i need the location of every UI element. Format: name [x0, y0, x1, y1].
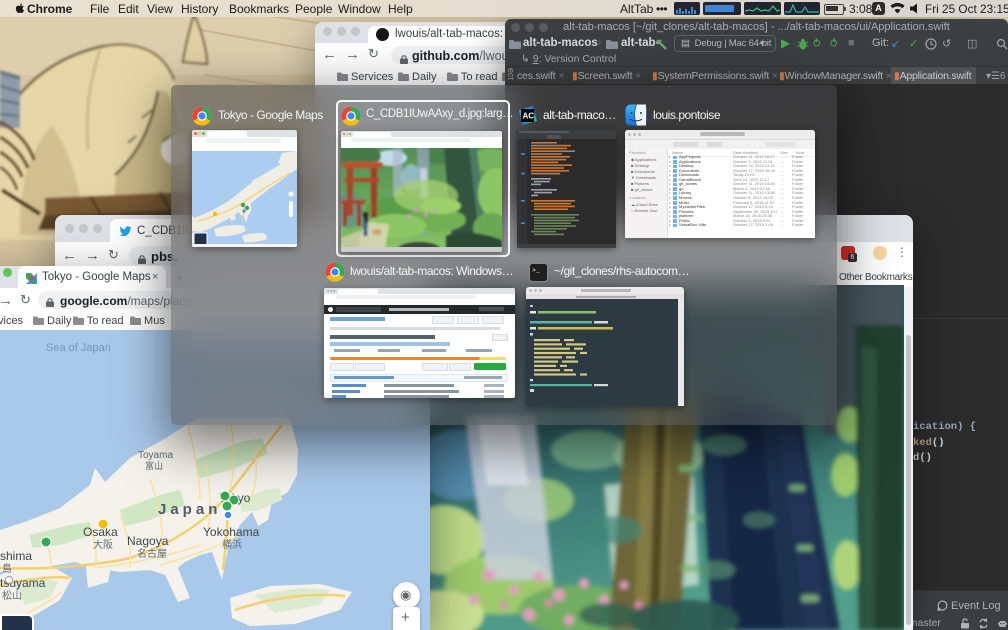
svg-text:横浜: 横浜	[222, 538, 242, 551]
svg-text:Toyama: Toyama	[138, 450, 173, 461]
svg-text:松山: 松山	[2, 589, 22, 602]
svg-text:>_: >_	[532, 267, 540, 274]
svg-text:Yokohama: Yokohama	[203, 525, 260, 539]
svg-text:島: 島	[2, 562, 12, 575]
svg-text:名古屋: 名古屋	[137, 547, 167, 560]
svg-text:Japan: Japan	[158, 501, 221, 518]
svg-text:富山: 富山	[145, 460, 163, 471]
svg-text:大阪: 大阪	[93, 538, 113, 551]
svg-text:Sea of Japan: Sea of Japan	[46, 342, 111, 354]
svg-text:shima: shima	[0, 549, 32, 563]
svg-text:Nagoya: Nagoya	[127, 534, 169, 548]
svg-text:AC: AC	[523, 112, 535, 121]
